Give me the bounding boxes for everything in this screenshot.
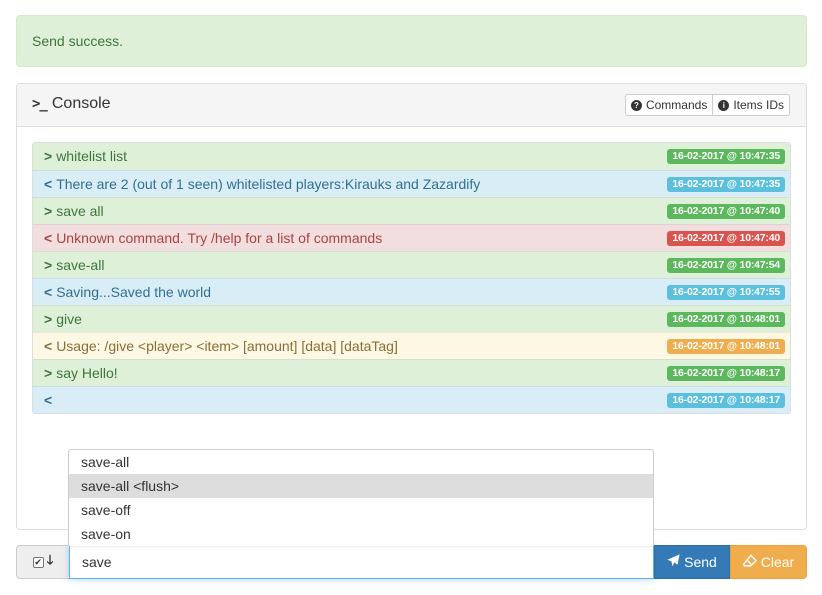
clear-button[interactable]: Clear [730,545,807,579]
console-header: >_ Console ? Commands i Items IDs [17,84,806,127]
arrow-down-icon: 🡓 [46,552,54,567]
log-text: Unknown command. Try /help for a list of… [56,230,383,246]
commands-button-label: Commands [645,98,708,112]
autocomplete-item[interactable]: save-off [69,498,653,522]
autocomplete-dropdown: save-all save-all <flush> save-off save-on [68,449,654,546]
log-row: < There are 2 (out of 1 seen) whitelisted… [33,170,790,197]
log-text: Usage: /give <player> <item> [amount] [d… [56,338,398,354]
send-button[interactable]: Send [654,545,730,579]
log-direction: < [44,392,53,408]
log-text: give [56,311,82,327]
commands-button[interactable]: ? Commands [624,94,714,116]
timestamp-badge: 16-02-2017 @ 10:48:01 [667,339,785,354]
log-direction: > [44,148,53,164]
log-direction: < [44,284,53,300]
command-input[interactable] [69,545,654,579]
command-input-group: ✔ 🡓 Send Clear [16,545,807,579]
timestamp-badge: 16-02-2017 @ 10:47:35 [667,177,785,192]
question-circle-icon: ? [630,99,642,111]
autocomplete-item[interactable]: save-on [69,522,653,546]
log-direction: < [44,338,53,354]
header-button-group: ? Commands i Items IDs [624,94,790,116]
log-direction: < [44,230,53,246]
eraser-icon [742,554,757,570]
paper-plane-icon [667,554,680,570]
items-ids-button-label: Items IDs [733,98,784,112]
timestamp-badge: 16-02-2017 @ 10:48:17 [667,393,785,408]
log-text: save all [56,203,104,219]
timestamp-badge: 16-02-2017 @ 10:47:40 [667,204,785,219]
success-alert: Send success. [16,15,807,67]
timestamp-badge: 16-02-2017 @ 10:48:17 [667,366,785,381]
log-text: whitelist list [56,148,127,164]
timestamp-badge: 16-02-2017 @ 10:48:01 [667,312,785,327]
log-row: < Unknown command. Try /help for a list o… [33,224,790,251]
log-text: There are 2 (out of 1 seen) whitelisted … [56,176,481,192]
log-row: > give 16-02-2017 @ 10:48:01 [33,305,790,332]
console-log: > whitelist list 16-02-2017 @ 10:47:35 < The… [32,142,791,414]
autocomplete-item[interactable]: save-all <flush> [69,474,653,498]
send-button-label: Send [684,554,717,570]
log-text: Saving...Saved the world [56,284,212,300]
log-row: < Saving...Saved the world 16-02-2017 @ 10… [33,278,790,305]
log-direction: > [44,257,53,273]
log-direction: < [44,176,53,192]
items-ids-button[interactable]: i Items IDs [712,94,790,116]
log-row: <16-02-2017 @ 10:48:17 [33,386,790,413]
timestamp-badge: 16-02-2017 @ 10:47:55 [667,285,785,300]
console-title-text: Console [51,95,111,112]
timestamp-badge: 16-02-2017 @ 10:47:54 [667,258,785,273]
log-text: save-all [56,257,105,273]
terminal-icon: >_ [32,96,48,112]
console-title: >_ Console [32,95,111,113]
autocomplete-item[interactable]: save-all [69,450,653,474]
log-row: > save all 16-02-2017 @ 10:47:40 [33,197,790,224]
log-row: > say Hello! 16-02-2017 @ 10:48:17 [33,359,790,386]
timestamp-badge: 16-02-2017 @ 10:47:40 [667,231,785,246]
log-direction: > [44,203,53,219]
clear-button-label: Clear [760,554,795,570]
timestamp-badge: 16-02-2017 @ 10:47:35 [667,149,785,164]
log-row: < Usage: /give <player> <item> [amount] [… [33,332,790,359]
autoscroll-addon[interactable]: ✔ 🡓 [16,545,69,579]
info-circle-icon: i [718,99,730,111]
log-text: say Hello! [56,365,118,381]
log-direction: > [44,365,53,381]
autoscroll-checkbox[interactable]: ✔ [32,556,44,568]
log-direction: > [44,311,53,327]
log-row: > save-all 16-02-2017 @ 10:47:54 [33,251,790,278]
alert-text: Send success. [32,33,124,49]
log-row: > whitelist list 16-02-2017 @ 10:47:35 [33,143,790,170]
